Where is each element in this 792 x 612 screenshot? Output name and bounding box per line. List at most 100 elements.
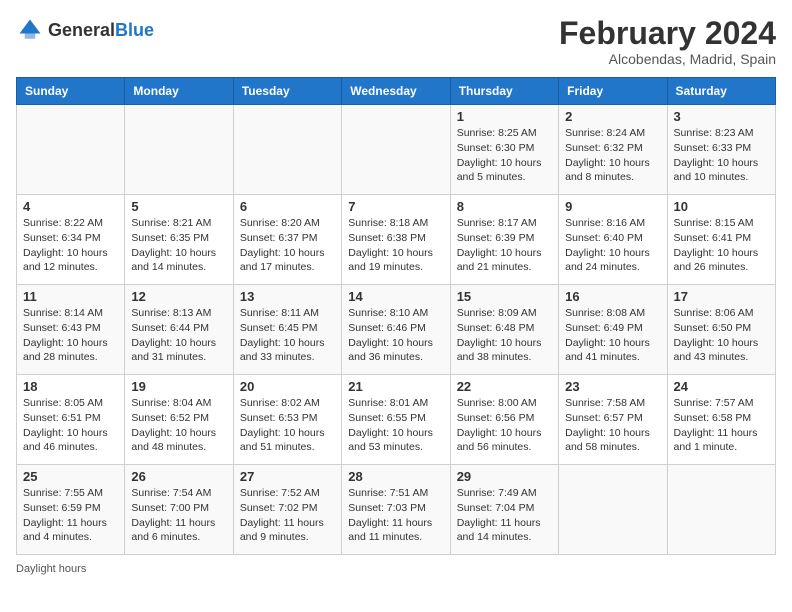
logo-blue: Blue [115, 20, 154, 40]
day-number: 1 [457, 109, 552, 124]
day-info: Sunrise: 8:18 AM Sunset: 6:38 PM Dayligh… [348, 216, 443, 275]
calendar-cell: 11 Sunrise: 8:14 AM Sunset: 6:43 PM Dayli… [17, 285, 125, 375]
day-number: 2 [565, 109, 660, 124]
calendar-cell: 21Sunrise: 8:01 AM Sunset: 6:55 PM Dayli… [342, 375, 450, 465]
title-area: February 2024 Alcobendas, Madrid, Spain [559, 16, 776, 67]
day-number: 14 [348, 289, 443, 304]
calendar-cell: 22 Sunrise: 8:00 AM Sunset: 6:56 PM Dayli… [450, 375, 558, 465]
day-info: Sunrise: 7:58 AM Sunset: 6:57 PM Dayligh… [565, 396, 660, 455]
day-number: 29 [457, 469, 552, 484]
calendar-cell [559, 465, 667, 555]
calendar-cell: 2 Sunrise: 8:24 AM Sunset: 6:32 PM Daylig… [559, 105, 667, 195]
day-number: 11 [23, 289, 118, 304]
calendar-cell [233, 105, 341, 195]
calendar-cell: 7 Sunrise: 8:18 AM Sunset: 6:38 PM Daylig… [342, 195, 450, 285]
calendar-cell: 20 Sunrise: 8:02 AM Sunset: 6:53 PM Dayli… [233, 375, 341, 465]
day-info: Sunrise: 8:04 AM Sunset: 6:52 PM Dayligh… [131, 396, 226, 455]
calendar-cell: 8 Sunrise: 8:17 AM Sunset: 6:39 PM Daylig… [450, 195, 558, 285]
calendar-cell [667, 465, 775, 555]
week-row-2: 4Sunrise: 8:22 AM Sunset: 6:34 PM Daylig… [17, 195, 776, 285]
calendar-body: 1 Sunrise: 8:25 AM Sunset: 6:30 PM Daylig… [17, 105, 776, 555]
calendar-cell [342, 105, 450, 195]
calendar-cell: 24Sunrise: 7:57 AM Sunset: 6:58 PM Dayli… [667, 375, 775, 465]
day-number: 8 [457, 199, 552, 214]
calendar-cell: 27Sunrise: 7:52 AM Sunset: 7:02 PM Dayli… [233, 465, 341, 555]
calendar-cell: 5 Sunrise: 8:21 AM Sunset: 6:35 PM Daylig… [125, 195, 233, 285]
calendar-cell: 16 Sunrise: 8:08 AM Sunset: 6:49 PM Dayli… [559, 285, 667, 375]
day-number: 5 [131, 199, 226, 214]
logo-icon [16, 16, 44, 44]
day-info: Sunrise: 8:08 AM Sunset: 6:49 PM Dayligh… [565, 306, 660, 365]
day-number: 12 [131, 289, 226, 304]
calendar-cell: 13Sunrise: 8:11 AM Sunset: 6:45 PM Dayli… [233, 285, 341, 375]
day-info: Sunrise: 8:22 AM Sunset: 6:34 PM Dayligh… [23, 216, 118, 275]
day-info: Sunrise: 8:02 AM Sunset: 6:53 PM Dayligh… [240, 396, 335, 455]
calendar-cell: 23 Sunrise: 7:58 AM Sunset: 6:57 PM Dayli… [559, 375, 667, 465]
column-header-wednesday: Wednesday [342, 78, 450, 105]
day-info: Sunrise: 7:51 AM Sunset: 7:03 PM Dayligh… [348, 486, 443, 545]
day-info: Sunrise: 8:17 AM Sunset: 6:39 PM Dayligh… [457, 216, 552, 275]
day-number: 18 [23, 379, 118, 394]
column-header-monday: Monday [125, 78, 233, 105]
day-number: 20 [240, 379, 335, 394]
calendar-cell [125, 105, 233, 195]
calendar-cell: 10 Sunrise: 8:15 AM Sunset: 6:41 PM Dayli… [667, 195, 775, 285]
calendar-table: SundayMondayTuesdayWednesdayThursdayFrid… [16, 77, 776, 555]
calendar-cell: 14 Sunrise: 8:10 AM Sunset: 6:46 PM Dayli… [342, 285, 450, 375]
daylight-label: Daylight hours [16, 563, 86, 575]
week-row-1: 1 Sunrise: 8:25 AM Sunset: 6:30 PM Daylig… [17, 105, 776, 195]
calendar-cell: 1 Sunrise: 8:25 AM Sunset: 6:30 PM Daylig… [450, 105, 558, 195]
day-info: Sunrise: 8:25 AM Sunset: 6:30 PM Dayligh… [457, 126, 552, 185]
day-number: 25 [23, 469, 118, 484]
header: GeneralBlue February 2024 Alcobendas, Ma… [16, 16, 776, 67]
logo-general: General [48, 20, 115, 40]
logo-text: GeneralBlue [48, 20, 154, 41]
calendar-cell: 15 Sunrise: 8:09 AM Sunset: 6:48 PM Dayli… [450, 285, 558, 375]
header-row: SundayMondayTuesdayWednesdayThursdayFrid… [17, 78, 776, 105]
day-info: Sunrise: 7:57 AM Sunset: 6:58 PM Dayligh… [674, 396, 769, 455]
column-header-saturday: Saturday [667, 78, 775, 105]
day-info: Sunrise: 8:14 AM Sunset: 6:43 PM Dayligh… [23, 306, 118, 365]
day-number: 26 [131, 469, 226, 484]
footer: Daylight hours [16, 563, 776, 575]
column-header-tuesday: Tuesday [233, 78, 341, 105]
day-info: Sunrise: 8:05 AM Sunset: 6:51 PM Dayligh… [23, 396, 118, 455]
day-number: 28 [348, 469, 443, 484]
calendar-cell: 18 Sunrise: 8:05 AM Sunset: 6:51 PM Dayli… [17, 375, 125, 465]
day-info: Sunrise: 8:24 AM Sunset: 6:32 PM Dayligh… [565, 126, 660, 185]
day-info: Sunrise: 8:10 AM Sunset: 6:46 PM Dayligh… [348, 306, 443, 365]
day-info: Sunrise: 8:23 AM Sunset: 6:33 PM Dayligh… [674, 126, 769, 185]
day-number: 6 [240, 199, 335, 214]
day-info: Sunrise: 7:49 AM Sunset: 7:04 PM Dayligh… [457, 486, 552, 545]
day-info: Sunrise: 8:15 AM Sunset: 6:41 PM Dayligh… [674, 216, 769, 275]
day-number: 16 [565, 289, 660, 304]
subtitle: Alcobendas, Madrid, Spain [559, 51, 776, 67]
day-number: 23 [565, 379, 660, 394]
day-info: Sunrise: 8:00 AM Sunset: 6:56 PM Dayligh… [457, 396, 552, 455]
day-info: Sunrise: 8:13 AM Sunset: 6:44 PM Dayligh… [131, 306, 226, 365]
day-number: 10 [674, 199, 769, 214]
week-row-5: 25Sunrise: 7:55 AM Sunset: 6:59 PM Dayli… [17, 465, 776, 555]
day-info: Sunrise: 8:16 AM Sunset: 6:40 PM Dayligh… [565, 216, 660, 275]
day-number: 27 [240, 469, 335, 484]
day-number: 13 [240, 289, 335, 304]
day-number: 15 [457, 289, 552, 304]
calendar-cell [17, 105, 125, 195]
calendar-cell: 17Sunrise: 8:06 AM Sunset: 6:50 PM Dayli… [667, 285, 775, 375]
day-number: 17 [674, 289, 769, 304]
day-info: Sunrise: 8:21 AM Sunset: 6:35 PM Dayligh… [131, 216, 226, 275]
week-row-3: 11 Sunrise: 8:14 AM Sunset: 6:43 PM Dayli… [17, 285, 776, 375]
day-number: 9 [565, 199, 660, 214]
calendar-cell: 28 Sunrise: 7:51 AM Sunset: 7:03 PM Dayli… [342, 465, 450, 555]
calendar-cell: 29 Sunrise: 7:49 AM Sunset: 7:04 PM Dayli… [450, 465, 558, 555]
day-number: 3 [674, 109, 769, 124]
day-info: Sunrise: 8:09 AM Sunset: 6:48 PM Dayligh… [457, 306, 552, 365]
calendar-cell: 9 Sunrise: 8:16 AM Sunset: 6:40 PM Daylig… [559, 195, 667, 285]
day-number: 22 [457, 379, 552, 394]
calendar-cell: 25Sunrise: 7:55 AM Sunset: 6:59 PM Dayli… [17, 465, 125, 555]
calendar-cell: 12 Sunrise: 8:13 AM Sunset: 6:44 PM Dayli… [125, 285, 233, 375]
column-header-friday: Friday [559, 78, 667, 105]
day-number: 19 [131, 379, 226, 394]
day-number: 7 [348, 199, 443, 214]
calendar-header: SundayMondayTuesdayWednesdayThursdayFrid… [17, 78, 776, 105]
